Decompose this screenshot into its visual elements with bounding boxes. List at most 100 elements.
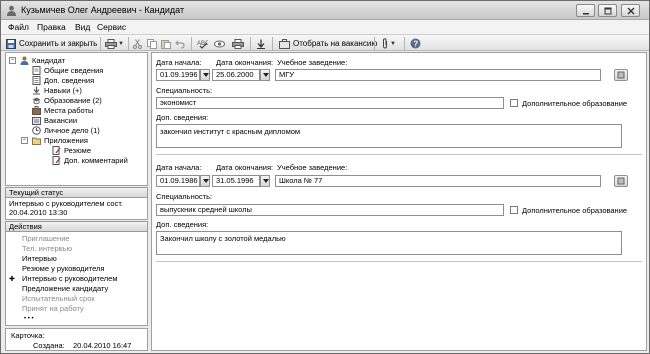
document-edit-icon [52,145,61,155]
tree-item-jobs[interactable]: Места работы [32,105,93,115]
spellcheck-button[interactable]: ABC [197,37,208,50]
scissors-icon [133,38,142,49]
tree-item-label: Навыки (+) [44,85,82,95]
help-button[interactable]: ? [410,37,421,50]
tree-item-comment[interactable]: Доп. комментарий [52,155,128,165]
tree-item-skills[interactable]: Навыки (+) [32,85,82,95]
additional-education-label: Дополнительное образование [522,99,628,108]
additional-education-checkbox[interactable] [510,206,518,214]
status-box: Интервью с руководителем сост. 20.04.201… [5,198,148,220]
tree-root-label: Кандидат [32,55,66,65]
start-date-dropdown[interactable] [200,175,210,187]
tree-item-resume[interactable]: Резюме [52,145,91,155]
action-item-resume-to-manager[interactable]: Резюме у руководителя [22,264,104,274]
start-date-label: Дата начала: [156,163,202,172]
menu-edit[interactable]: Правка [37,22,66,32]
tree-collapse-toggle[interactable]: − [9,57,16,64]
chevron-down-icon: ▼ [390,40,396,47]
tree-item-label: Образование (2) [44,95,102,105]
tree-item-education[interactable]: Образование (2) [32,95,102,105]
tree-collapse-toggle[interactable]: − [21,137,28,144]
svg-text:?: ? [413,40,418,49]
attach-menu-button[interactable]: ▼ [381,37,396,50]
action-item-hired[interactable]: Принят на работу [22,304,84,314]
additional-education-checkbox[interactable] [510,99,518,107]
current-step-marker: ✚ [9,276,15,283]
notes-field[interactable]: Закончил школу с золотой медалью [156,231,622,255]
tree-item-label: Приложения [44,135,88,145]
chevron-down-icon [263,179,269,183]
eye-icon [214,40,225,47]
assign-vacancy-label: Отобрать на вакансию [293,39,378,48]
end-date-dropdown[interactable] [260,175,270,187]
more-actions[interactable]: • • • [24,314,34,324]
start-date-label: Дата начала: [156,58,202,67]
specialty-label: Специальность: [156,192,213,201]
start-date-field[interactable]: 01.09.1996 [156,69,200,81]
toolbar-separator [191,37,192,50]
additional-education-label: Дополнительное образование [522,206,628,215]
print-button[interactable] [232,37,244,50]
undo-icon [175,40,185,49]
skills-icon [33,86,40,94]
end-date-label: Дата окончания: [216,58,274,67]
tree-item-label: Доп. комментарий [64,155,128,165]
tree-item-label: Вакансии [44,115,78,125]
vacancy-icon [32,116,41,125]
end-date-field[interactable]: 25.06.2000 [212,69,260,81]
specialty-field[interactable]: выпускник средней школы [156,204,504,216]
record-divider [156,261,642,262]
action-item-phone-interview[interactable]: Тел. интервью [22,244,72,254]
cut-button[interactable] [133,37,142,50]
paste-button[interactable] [161,37,171,50]
menu-file[interactable]: Файл [8,22,29,32]
notes-label: Доп. сведения: [156,113,209,122]
institution-picker-button[interactable] [614,69,628,81]
tree-item-personal-file[interactable]: Личное дело (1) [32,125,100,135]
action-item-invitation[interactable]: Приглашение [22,234,70,244]
download-button[interactable] [256,37,266,50]
tree-item-candidate[interactable]: Кандидат [20,55,65,65]
folder-icon [32,137,41,145]
undo-button[interactable] [175,37,185,50]
toolbar-separator [272,37,273,50]
action-item-interview[interactable]: Интервью [22,254,57,264]
preview-button[interactable] [214,37,225,50]
institution-picker-button[interactable] [614,175,628,187]
end-date-dropdown[interactable] [260,69,270,81]
notes-field[interactable]: закончил институт с красным дипломом [156,124,622,148]
chevron-down-icon [203,179,209,183]
save-close-button[interactable]: Сохранить и закрыть [6,37,97,50]
start-date-field[interactable]: 01.09.1986 [156,175,200,187]
minimize-button[interactable] [576,4,595,17]
tree-item-label: Общие сведения [44,65,104,75]
institution-field[interactable]: Школа № 77 [275,175,601,187]
close-button[interactable] [621,4,640,17]
menu-view[interactable]: Вид [75,22,90,32]
card-info: Карточка: Создана: 20.04.2010 16:47 [5,328,148,351]
tree-item-label: Доп. сведения [44,75,95,85]
tree-item-extra-info[interactable]: Доп. сведения [32,75,94,85]
spellcheck-icon: ABC [197,41,208,49]
action-item-offer[interactable]: Предложение кандидату [22,284,108,294]
action-item-probation[interactable]: Испытательный срок [22,294,95,304]
chevron-down-icon [203,73,209,77]
tree-item-vacancies[interactable]: Вакансии [32,115,77,125]
specialty-field[interactable]: экономист [156,97,504,109]
tree-item-attachments[interactable]: Приложения [32,135,88,145]
copy-button[interactable] [147,37,157,50]
assign-vacancy-button[interactable]: Отобрать на вакансию [279,37,377,50]
tree-item-general[interactable]: Общие сведения [32,65,103,75]
status-date: 20.04.2010 13:30 [9,208,68,217]
tree-item-label: Резюме [64,145,91,155]
chevron-down-icon: ▼ [118,40,124,47]
maximize-button[interactable] [598,4,617,17]
start-date-dropdown[interactable] [200,69,210,81]
print-menu-button[interactable]: ▼ [105,37,124,50]
menu-service[interactable]: Сервис [97,22,126,32]
action-item-manager-interview[interactable]: Интервью с руководителем [22,274,117,284]
toolbar-separator [404,37,405,50]
printer-icon [105,38,117,49]
end-date-field[interactable]: 31.05.1996 [212,175,260,187]
institution-field[interactable]: МГУ [275,69,601,81]
